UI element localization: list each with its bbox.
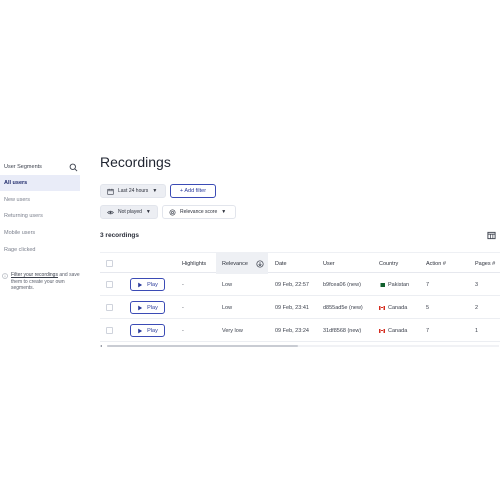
play-button[interactable]: Play bbox=[130, 324, 165, 337]
eye-icon bbox=[107, 210, 114, 214]
sort-dropdown[interactable]: Relevance score ▼ bbox=[162, 205, 236, 219]
column-relevance[interactable]: Relevance bbox=[216, 253, 268, 274]
play-label: Play bbox=[147, 304, 158, 311]
cell-user: b9fcea06 (new) bbox=[323, 281, 361, 288]
cell-date: 09 Feb, 23:41 bbox=[275, 304, 309, 311]
cell-actions: 7 bbox=[426, 327, 430, 334]
segments-header: User Segments bbox=[4, 160, 78, 174]
cell-relevance: Low bbox=[222, 281, 233, 288]
add-filter-button[interactable]: + Add filter bbox=[170, 184, 216, 198]
cell-country-label: Canada bbox=[388, 304, 408, 311]
play-icon bbox=[138, 305, 143, 310]
chevron-down-icon: ▼ bbox=[152, 188, 158, 194]
cell-date: 09 Feb, 22:57 bbox=[275, 281, 309, 288]
column-pages[interactable]: Pages # bbox=[475, 253, 495, 274]
segment-item-rage-clicked[interactable]: Rage clicked bbox=[0, 242, 80, 258]
cell-country-label: Canada bbox=[388, 327, 408, 334]
cell-pages: 1 bbox=[475, 327, 479, 334]
canada-flag-icon bbox=[379, 305, 385, 310]
segments-title: User Segments bbox=[4, 164, 42, 170]
played-filter-label: Not played bbox=[118, 209, 142, 215]
recordings-count: 3 recordings bbox=[100, 232, 140, 239]
chevron-down-icon: ▼ bbox=[221, 209, 227, 215]
canada-flag-icon bbox=[379, 328, 385, 333]
segments-hint: Filter your recordings and save them to … bbox=[2, 272, 80, 292]
segment-item-new-users[interactable]: New users bbox=[0, 192, 80, 208]
sort-icon[interactable] bbox=[256, 259, 264, 268]
calendar-icon bbox=[107, 188, 114, 195]
cell-highlights: - bbox=[182, 327, 184, 334]
segments-sidebar: User Segments All users New users Return… bbox=[0, 152, 82, 312]
column-highlights[interactable]: Highlights bbox=[182, 253, 206, 274]
cell-highlights: - bbox=[182, 281, 184, 288]
play-icon bbox=[138, 282, 143, 287]
cell-relevance: Low bbox=[222, 304, 233, 311]
table-row[interactable]: Play - Low 09 Feb, 23:41 d855ad5e (new) … bbox=[100, 296, 500, 319]
cell-country: Canada bbox=[379, 296, 407, 319]
select-all-cell[interactable] bbox=[106, 253, 113, 274]
columns-icon[interactable] bbox=[487, 231, 496, 240]
scroll-thumb[interactable] bbox=[107, 344, 298, 347]
date-range-label: Last 24 hours bbox=[118, 188, 149, 194]
date-range-dropdown[interactable]: Last 24 hours ▼ bbox=[100, 184, 166, 198]
cell-pages: 3 bbox=[475, 281, 479, 288]
cell-date: 09 Feb, 23:24 bbox=[275, 327, 309, 334]
table-row[interactable]: Play - Very low 09 Feb, 23:24 31df8568 (… bbox=[100, 319, 500, 342]
select-all-checkbox[interactable] bbox=[106, 260, 113, 267]
play-icon bbox=[138, 328, 143, 333]
page-title: Recordings bbox=[100, 154, 171, 170]
segment-item-all-users[interactable]: All users bbox=[0, 175, 80, 191]
row-checkbox[interactable] bbox=[106, 304, 113, 311]
column-relevance-label: Relevance bbox=[222, 260, 248, 267]
table-horizontal-scrollbar[interactable]: ◂ bbox=[100, 343, 500, 348]
cell-relevance: Very low bbox=[222, 327, 243, 334]
recordings-table: Highlights Relevance Date User Country A… bbox=[100, 252, 500, 342]
cell-highlights: - bbox=[182, 304, 184, 311]
played-filter-dropdown[interactable]: Not played ▼ bbox=[100, 205, 158, 219]
filter-recordings-link[interactable]: Filter your recordings bbox=[11, 272, 58, 278]
table-header: Highlights Relevance Date User Country A… bbox=[100, 252, 500, 274]
search-icon[interactable] bbox=[69, 163, 78, 172]
column-date[interactable]: Date bbox=[275, 253, 287, 274]
play-button[interactable]: Play bbox=[130, 278, 165, 291]
cell-actions: 5 bbox=[426, 304, 430, 311]
segment-item-mobile-users[interactable]: Mobile users bbox=[0, 225, 80, 241]
cell-country-label: Pakistan bbox=[388, 281, 410, 288]
scroll-left-arrow-icon[interactable]: ◂ bbox=[100, 343, 102, 348]
play-button[interactable]: Play bbox=[130, 301, 165, 314]
cell-pages: 2 bbox=[475, 304, 479, 311]
cell-actions: 7 bbox=[426, 281, 430, 288]
play-label: Play bbox=[147, 327, 158, 334]
row-checkbox[interactable] bbox=[106, 327, 113, 334]
segment-item-returning-users[interactable]: Returning users bbox=[0, 208, 80, 224]
pakistan-flag-icon bbox=[379, 282, 385, 287]
table-row[interactable]: Play - Low 09 Feb, 22:57 b9fcea06 (new) … bbox=[100, 273, 500, 296]
column-country[interactable]: Country bbox=[379, 253, 398, 274]
cell-user: 31df8568 (new) bbox=[323, 327, 362, 334]
cell-country: Canada bbox=[379, 319, 407, 342]
info-icon bbox=[2, 273, 8, 279]
column-user[interactable]: User bbox=[323, 253, 335, 274]
cell-user: d855ad5e (new) bbox=[323, 304, 363, 311]
column-actions[interactable]: Action # bbox=[426, 253, 446, 274]
sort-label: Relevance score bbox=[180, 209, 218, 215]
cell-country: Pakistan bbox=[379, 273, 409, 296]
play-label: Play bbox=[147, 281, 158, 288]
target-icon bbox=[169, 209, 176, 215]
chevron-down-icon: ▼ bbox=[145, 209, 151, 215]
row-checkbox[interactable] bbox=[106, 281, 113, 288]
